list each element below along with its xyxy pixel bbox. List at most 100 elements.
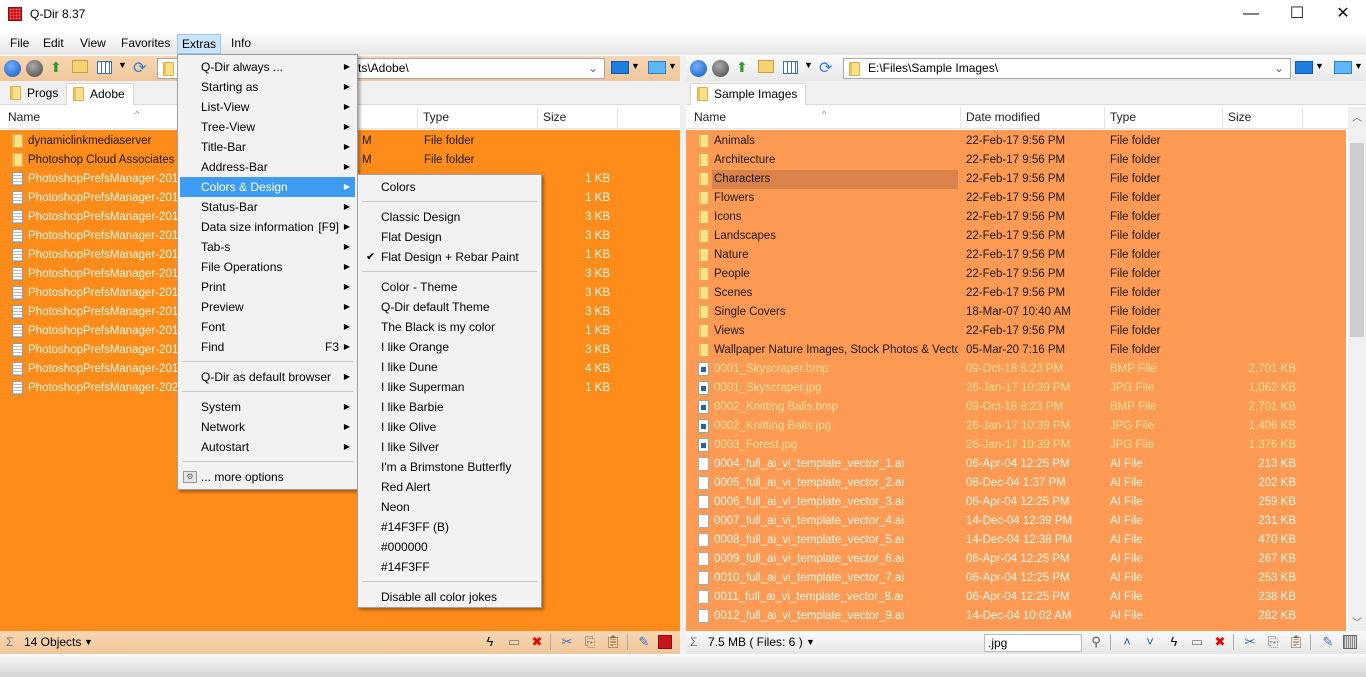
menu-item-red-alert[interactable]: Red Alert [360,477,539,497]
list-item[interactable]: 0011_full_ai_vi_template_vector_8.ai 06-A… [686,588,1346,607]
color-panel-icon[interactable] [658,635,672,649]
column-date-modified[interactable]: Date modified [961,107,1105,129]
menu-item-14f3ff[interactable]: #14F3FF [360,557,539,577]
list-item[interactable]: Nature 22-Feb-17 9:56 PM File folder [686,246,1346,265]
list-item[interactable]: 0010_full_ai_vi_template_vector_7.ai 06-A… [686,569,1346,588]
menu-item-flat-design-rebar-paint[interactable]: Flat Design + Rebar Paint ✔ [360,247,539,267]
list-item[interactable]: Flowers 22-Feb-17 9:56 PM File folder [686,189,1346,208]
desktop-dropdown-icon[interactable]: ▼ [668,61,677,71]
menu-item-000000[interactable]: #000000 [360,537,539,557]
paste-icon[interactable]: 📋︎ [604,634,622,650]
list-item[interactable]: People 22-Feb-17 9:56 PM File folder [686,265,1346,284]
menu-item-preview[interactable]: Preview ▶ [180,297,355,317]
cut-icon[interactable]: ✂ [558,634,576,650]
lightning-icon[interactable]: ϟ [481,634,499,650]
menu-item-more-options[interactable]: ... more options ⚙ [180,467,355,487]
menu-item-i-like-orange[interactable]: I like Orange [360,337,539,357]
menu-item-i-like-dune[interactable]: I like Dune [360,357,539,377]
right-address-input[interactable]: E:\Files\Sample Images\ ⌄ [843,58,1291,79]
menu-item-data-size-information[interactable]: Data size information [F9] ▶ [180,217,355,237]
list-item[interactable]: 0003_Forest.jpg 26-Jan-17 10:39 PM JPG Fil… [686,436,1346,455]
next-match-icon[interactable]: ˅ [1141,634,1159,650]
menu-item-i-like-olive[interactable]: I like Olive [360,417,539,437]
menu-item-q-dir-as-default-browser[interactable]: Q-Dir as default browser ▶ [180,367,355,387]
list-item[interactable]: Single Covers 18-Mar-07 10:40 AM File fold… [686,303,1346,322]
menu-item-i-like-barbie[interactable]: I like Barbie [360,397,539,417]
list-item[interactable]: 0007_full_ai_vi_template_vector_4.ai 14-D… [686,512,1346,531]
menu-item-autostart[interactable]: Autostart ▶ [180,437,355,457]
menu-view[interactable]: View [76,34,110,54]
desktop-icon[interactable] [1334,61,1352,74]
menu-item-classic-design[interactable]: Classic Design [360,207,539,227]
menu-file[interactable]: File [6,34,33,54]
new-folder-icon[interactable] [72,60,88,73]
list-item[interactable]: Wallpaper Nature Images, Stock Photos & … [686,341,1346,360]
menu-item-i-like-superman[interactable]: I like Superman [360,377,539,397]
minimize-button[interactable]: — [1228,0,1274,30]
forward-icon[interactable] [712,60,729,77]
previous-match-icon[interactable]: ˄ [1118,634,1136,650]
column-type[interactable]: Type [418,107,538,129]
scrollbar-thumb[interactable] [1350,143,1364,337]
view-mode-dropdown-icon[interactable]: ▼ [804,60,813,70]
tab-sample-images[interactable]: Sample Images [690,83,807,105]
list-item[interactable]: Views 22-Feb-17 9:56 PM File folder [686,322,1346,341]
edit-icon[interactable]: ✎ [635,634,653,650]
tab-adobe[interactable]: Adobe [66,83,134,105]
list-item[interactable]: 0008_full_ai_vi_template_vector_5.ai 14-D… [686,531,1346,550]
list-item[interactable]: Landscapes 22-Feb-17 9:56 PM File folder [686,227,1346,246]
forward-icon[interactable] [26,60,43,77]
cut-icon[interactable]: ✂ [1241,634,1259,650]
menu-info[interactable]: Info [227,34,255,54]
menu-item-tree-view[interactable]: Tree-View ▶ [180,117,355,137]
menu-item-find[interactable]: Find F3 ▶ [180,337,355,357]
address-dropdown-icon[interactable]: ⌄ [588,59,598,78]
list-item[interactable]: Animals 22-Feb-17 9:56 PM File folder [686,132,1346,151]
menu-item-file-operations[interactable]: File Operations ▶ [180,257,355,277]
right-file-list[interactable]: Animals 22-Feb-17 9:56 PM File folder Archi… [686,130,1346,631]
menu-item-tab-s[interactable]: Tab-s ▶ [180,237,355,257]
left-status-text[interactable]: 14 Objects [24,631,81,653]
monitor-dropdown-icon[interactable]: ▼ [1315,61,1324,71]
delete-icon[interactable]: ✖ [1211,634,1229,650]
menu-edit[interactable]: Edit [39,34,68,54]
view-mode-icon[interactable] [97,61,112,74]
menu-item-colors[interactable]: Colors [360,177,539,197]
menu-item-i-like-silver[interactable]: I like Silver [360,437,539,457]
refresh-icon[interactable]: ⟳ [133,58,146,78]
delete-icon[interactable]: ✖ [528,634,546,650]
back-icon[interactable] [690,60,707,77]
menu-item-font[interactable]: Font ▶ [180,317,355,337]
desktop-icon[interactable] [648,61,666,74]
menu-item-status-bar[interactable]: Status-Bar ▶ [180,197,355,217]
list-item[interactable]: 0012_full_ai_vi_template_vector_9.ai 14-D… [686,607,1346,626]
menu-item-i-m-a-brimstone-butterfly[interactable]: I'm a Brimstone Butterfly [360,457,539,477]
rename-icon[interactable]: ▭ [505,634,523,650]
column-size[interactable]: Size [1223,107,1303,129]
list-item[interactable]: 0002_Knitting Balls.bmp 09-Oct-18 8:23 PM… [686,398,1346,417]
status-dropdown-icon[interactable]: ▼ [806,631,815,653]
list-item[interactable]: 0001_Skyscraper.bmp 09-Oct-18 8:23 PM BMP … [686,360,1346,379]
menu-item-color-theme[interactable]: Color - Theme [360,277,539,297]
view-mode-icon[interactable] [783,61,798,74]
list-item[interactable]: 0002_Knitting Balls.jpg 26-Jan-17 10:39 P… [686,417,1346,436]
menu-item-q-dir-default-theme[interactable]: Q-Dir default Theme [360,297,539,317]
menu-item-the-black-is-my-color[interactable]: The Black is my color [360,317,539,337]
right-status-text[interactable]: 7.5 MB ( Files: 6 ) [708,631,803,653]
copy-icon[interactable]: ⎘ [1264,634,1282,650]
list-item[interactable]: Icons 22-Feb-17 9:56 PM File folder [686,208,1346,227]
list-item[interactable]: Characters 22-Feb-17 9:56 PM File folder [686,170,1346,189]
column-name[interactable]: Name ^ [689,107,961,129]
column-type[interactable]: Type [1105,107,1223,129]
menu-item-disable-all-color-jokes[interactable]: Disable all color jokes [360,587,539,607]
scroll-up-icon[interactable]: ︿ [1348,109,1366,124]
scroll-down-icon[interactable]: ﹀ [1348,614,1366,629]
list-item[interactable]: 0009_full_ai_vi_template_vector_6.ai 06-A… [686,550,1346,569]
maximize-button[interactable]: ☐ [1274,0,1320,30]
status-dropdown-icon[interactable]: ▼ [84,631,93,653]
lightning-icon[interactable]: ϟ [1165,634,1183,650]
menu-item-colors-design[interactable]: Colors & Design ▶ [180,177,355,197]
back-icon[interactable] [4,60,21,77]
menu-item-neon[interactable]: Neon [360,497,539,517]
edit-icon[interactable]: ✎ [1319,634,1337,650]
